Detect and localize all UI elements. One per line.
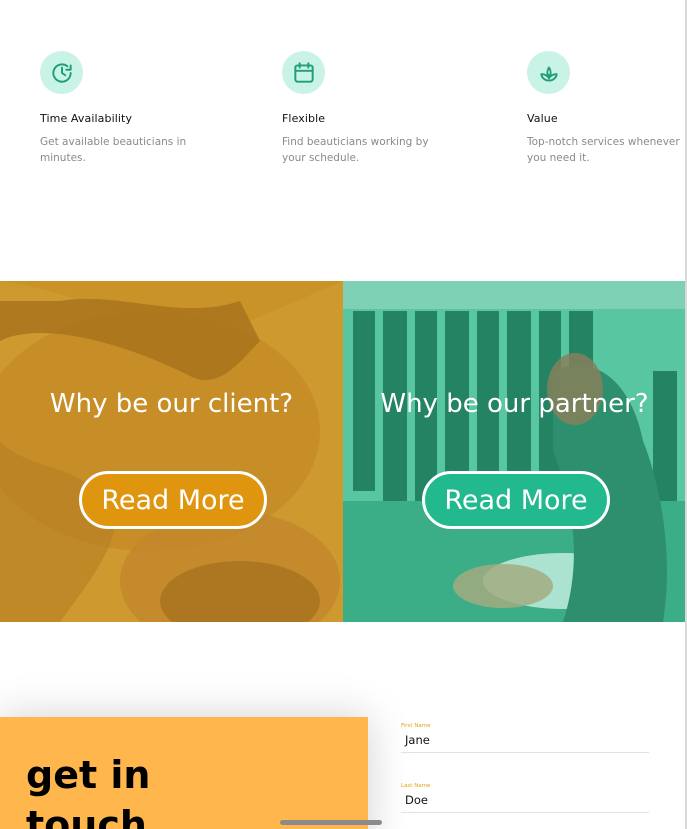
- feature-time-availability: Time Availability Get available beautici…: [40, 51, 230, 166]
- contact-heading: get in touch: [26, 750, 150, 829]
- last-name-input[interactable]: Doe: [401, 793, 649, 813]
- first-name-label: First Name: [401, 723, 431, 729]
- feature-flexible: Flexible Find beauticians working by you…: [282, 51, 472, 166]
- client-panel-title: Why be our client?: [49, 389, 294, 419]
- partner-panel: Why be our partner? Read More: [343, 281, 686, 622]
- partner-read-more-button[interactable]: Read More: [422, 471, 610, 529]
- first-name-field[interactable]: First Name Jane: [401, 723, 649, 753]
- clock-icon: [40, 51, 83, 94]
- feature-value: Value Top-notch services whenever you ne…: [527, 51, 687, 166]
- last-name-label: Last Name: [401, 783, 431, 789]
- partner-background-image: [343, 281, 686, 622]
- contact-card: get in touch: [0, 717, 368, 829]
- calendar-icon: [282, 51, 325, 94]
- horizontal-scrollbar[interactable]: [280, 820, 382, 825]
- feature-desc: Get available beauticians in minutes.: [40, 136, 187, 164]
- feature-desc: Find beauticians working by your schedul…: [282, 136, 429, 164]
- contact-heading-line1: get in: [26, 753, 151, 797]
- client-background-image: [0, 281, 343, 622]
- contact-heading-line2: touch: [26, 803, 147, 829]
- page: Time Availability Get available beautici…: [0, 0, 687, 829]
- client-read-more-button[interactable]: Read More: [79, 471, 267, 529]
- feature-desc: Top-notch services whenever you need it.: [527, 136, 680, 164]
- feature-title: Value: [527, 112, 558, 125]
- feature-title: Time Availability: [40, 112, 133, 125]
- leaf-icon: [527, 51, 570, 94]
- partner-panel-title: Why be our partner?: [380, 389, 649, 419]
- client-panel: Why be our client? Read More: [0, 281, 343, 622]
- feature-title: Flexible: [282, 112, 326, 125]
- first-name-input[interactable]: Jane: [401, 733, 649, 753]
- last-name-field[interactable]: Last Name Doe: [401, 783, 649, 813]
